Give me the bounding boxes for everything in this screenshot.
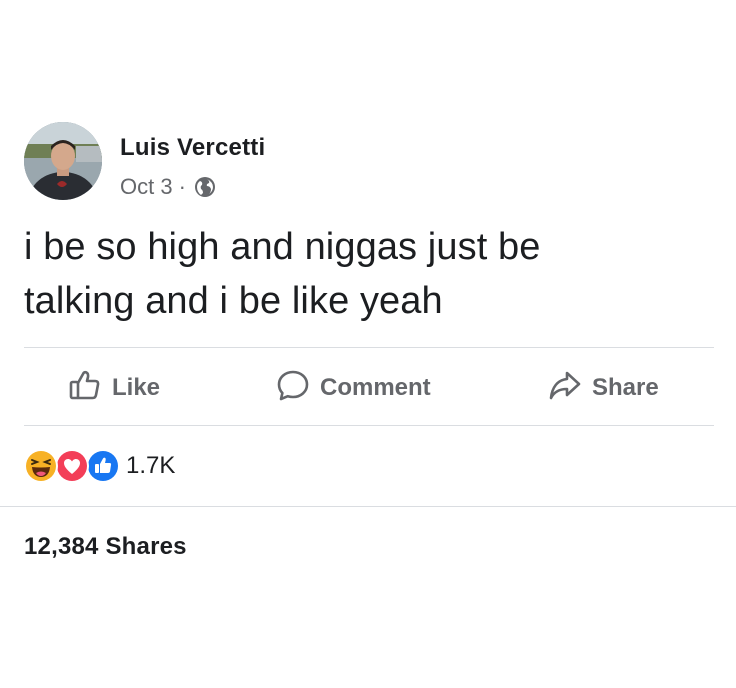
like-reaction-icon — [86, 449, 120, 483]
divider — [24, 347, 714, 348]
comment-bubble-icon — [276, 368, 310, 409]
share-label: Share — [592, 374, 659, 401]
action-bar: Like Comment Share — [0, 364, 736, 412]
post-meta: Oct 3 · — [120, 173, 216, 201]
share-arrow-icon — [548, 368, 582, 409]
reaction-count: 1.7K — [126, 452, 176, 479]
globe-icon[interactable] — [194, 176, 216, 198]
thumbs-up-icon — [68, 368, 102, 409]
share-button[interactable]: Share — [548, 364, 659, 412]
like-button[interactable]: Like — [68, 364, 160, 412]
shares-count[interactable]: 12,384 Shares — [24, 533, 187, 561]
divider — [24, 425, 714, 426]
post-text: i be so high and niggas just be talking … — [24, 220, 714, 328]
post-date[interactable]: Oct 3 — [120, 174, 173, 200]
divider — [0, 506, 736, 507]
reaction-icons — [24, 449, 120, 483]
facebook-post: Luis Vercetti Oct 3 · i be so high and n… — [0, 0, 736, 688]
comment-label: Comment — [320, 374, 431, 401]
meta-separator: · — [178, 174, 186, 199]
author-name[interactable]: Luis Vercetti — [120, 134, 265, 162]
post-text-line: i be so high and niggas just be — [24, 226, 541, 268]
comment-button[interactable]: Comment — [276, 364, 431, 412]
haha-icon — [24, 449, 58, 483]
like-label: Like — [112, 374, 161, 401]
post-text-line: talking and i be like yeah — [24, 280, 443, 322]
reactions-summary[interactable]: 1.7K — [24, 448, 175, 484]
avatar[interactable] — [24, 122, 102, 200]
avatar-photo — [24, 122, 102, 200]
love-icon — [55, 449, 89, 483]
